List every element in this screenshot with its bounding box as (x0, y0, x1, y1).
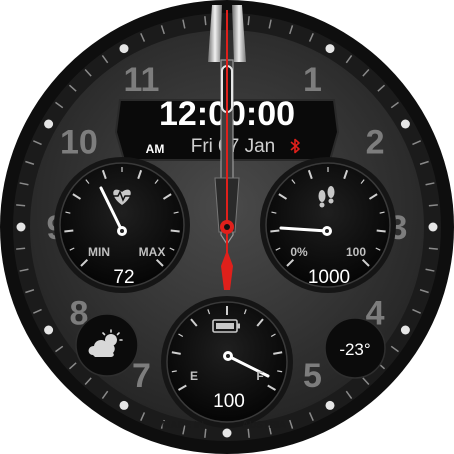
country-label: AUSTRIA (242, 420, 286, 431)
hour-dot (400, 119, 410, 129)
heart-rate-value: 72 (113, 267, 134, 288)
hour-numeral-10: 10 (60, 124, 98, 162)
scale-tick (64, 229, 74, 233)
hour-dot (428, 222, 438, 232)
hour-numeral-2: 2 (366, 124, 385, 162)
hour-dot (119, 400, 129, 410)
minute-tick (428, 204, 438, 207)
hour-dot (44, 119, 54, 129)
battery-full-label: F (256, 369, 263, 383)
scale-tick (171, 370, 177, 373)
hour-dot (325, 44, 335, 54)
temperature-value: -23° (339, 340, 370, 359)
heart-rate-max-label: MAX (139, 245, 166, 259)
made-in-label: MADE IN (162, 420, 204, 431)
minute-tick (204, 428, 207, 438)
battery-empty-label: E (190, 369, 198, 383)
hour-numeral-11: 11 (124, 61, 160, 99)
hour-dot (400, 325, 410, 335)
hour-numeral-7: 7 (132, 357, 151, 395)
minute-tick (16, 247, 26, 250)
scale-tick (277, 370, 283, 373)
heart-rate-min-label: MIN (88, 245, 110, 259)
steps-min-label: 0% (290, 245, 308, 259)
hour-dot (44, 325, 54, 335)
am-pm-label: AM (146, 142, 165, 156)
battery-subdial[interactable]: E F 100 (161, 296, 293, 428)
weather-complication[interactable] (75, 313, 139, 377)
hour-dot (119, 44, 129, 54)
steps-value: 1000 (308, 267, 350, 288)
hour-numeral-1: 1 (303, 61, 322, 99)
hour-numeral-5: 5 (303, 357, 322, 395)
minute-tick (16, 204, 26, 207)
minute-tick (204, 16, 207, 26)
scale-tick (376, 229, 386, 233)
temperature-complication[interactable]: -23° (324, 317, 386, 379)
scale-tick (270, 229, 280, 233)
heart-rate-subdial[interactable]: MIN MAX 72 (54, 157, 190, 293)
hour-dot (222, 428, 232, 438)
battery-value: 100 (213, 391, 245, 412)
hour-dot (16, 222, 26, 232)
minute-tick (428, 247, 438, 250)
scale-tick (170, 229, 180, 233)
steps-subdial[interactable]: 0% 100 1000 (260, 157, 396, 293)
watch-face: 123457891011 12:00:00 AM Fri 07 Jan MIN … (0, 0, 454, 454)
minute-tick (247, 16, 250, 26)
hour-dot (325, 400, 335, 410)
steps-max-label: 100 (346, 245, 366, 259)
